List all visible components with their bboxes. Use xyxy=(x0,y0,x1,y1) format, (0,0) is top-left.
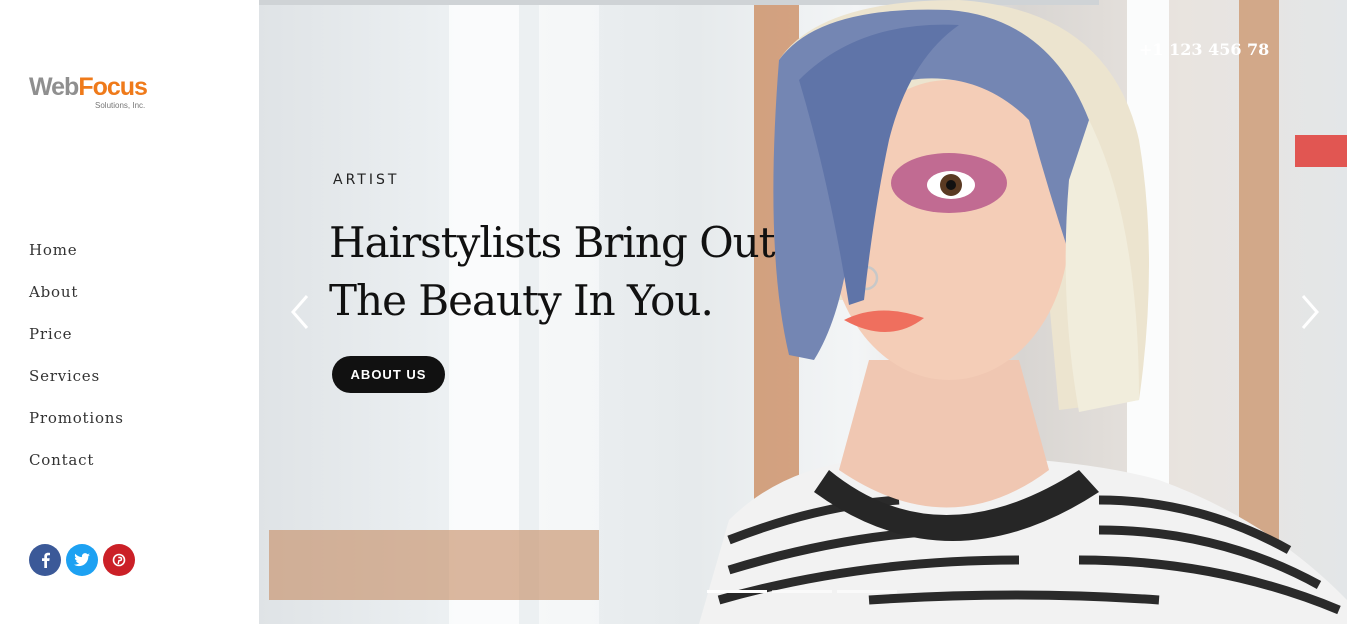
sidebar: WebFocus Solutions, Inc. Home About Pric… xyxy=(0,0,259,624)
hero-headline-line1: Hairstylists Bring Out xyxy=(329,218,776,267)
logo-web-text: Web xyxy=(29,73,79,101)
hero-eyebrow: ARTIST xyxy=(333,172,400,188)
logo-wordmark: WebFocus xyxy=(29,73,148,101)
slide-indicator-2[interactable] xyxy=(772,590,832,593)
nav-item-price[interactable]: Price xyxy=(29,322,124,364)
slide-indicator-3[interactable] xyxy=(837,590,897,593)
twitter-icon[interactable] xyxy=(66,544,98,576)
main-nav: Home About Price Services Promotions Con… xyxy=(29,238,124,490)
hero-slider: +1 123 456 78 ARTIST Hairstylists Bring … xyxy=(259,0,1347,624)
logo-subtitle: Solutions, Inc. xyxy=(95,101,146,110)
brand-logo[interactable]: WebFocus Solutions, Inc. xyxy=(29,73,148,110)
slider-pagination xyxy=(707,590,897,593)
nav-item-about[interactable]: About xyxy=(29,280,124,322)
chevron-right-icon[interactable] xyxy=(1295,290,1325,334)
logo-focus-text: Focus xyxy=(78,73,148,101)
hero-headline-line2: The Beauty In You. xyxy=(329,276,714,325)
facebook-icon[interactable] xyxy=(29,544,61,576)
about-us-button[interactable]: ABOUT US xyxy=(332,356,445,393)
hero-headline: Hairstylists Bring Out The Beauty In You… xyxy=(329,214,789,330)
chevron-left-icon[interactable] xyxy=(285,290,315,334)
nav-item-services[interactable]: Services xyxy=(29,364,124,406)
nav-item-home[interactable]: Home xyxy=(29,238,124,280)
slide-indicator-1[interactable] xyxy=(707,590,767,593)
pinterest-icon[interactable] xyxy=(103,544,135,576)
social-links xyxy=(29,544,135,576)
nav-item-contact[interactable]: Contact xyxy=(29,448,124,490)
phone-number[interactable]: +1 123 456 78 xyxy=(1139,40,1269,59)
nav-item-promotions[interactable]: Promotions xyxy=(29,406,124,448)
